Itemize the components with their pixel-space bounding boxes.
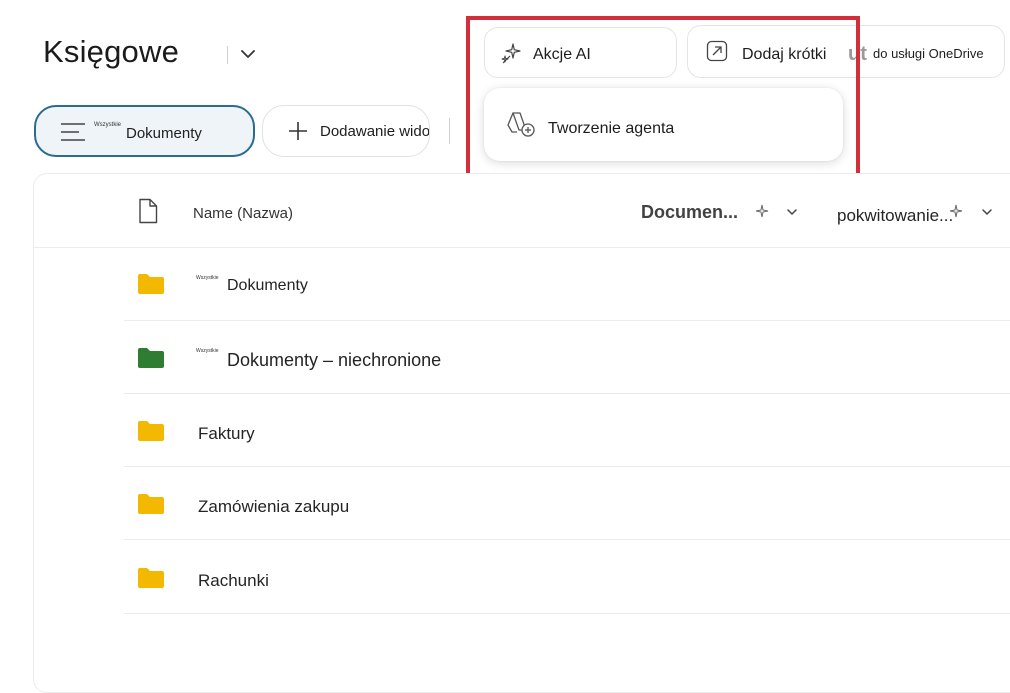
table-row[interactable]: Wszystkie Dokumenty [124,248,1010,321]
view-prefix-label: Wszystkie [94,122,121,128]
folder-icon [138,274,164,294]
toolbar-divider [449,118,450,144]
view-selector-button[interactable]: Wszystkie Dokumenty [34,105,255,157]
folder-icon [138,348,164,368]
row-divider [124,539,1010,540]
page-title: Księgowe [43,34,180,69]
chevron-down-icon[interactable] [785,205,799,219]
plus-icon [289,122,307,140]
row-name[interactable]: Faktury [198,424,255,444]
view-label: Dokumenty [126,125,202,142]
chevron-down-icon[interactable] [980,205,994,219]
add-shortcut-suffix: do usługi OneDrive [873,46,984,61]
row-name[interactable]: Dokumenty [227,277,308,295]
row-name[interactable]: Dokumenty – niechronione [227,350,441,371]
chevron-down-icon[interactable] [238,44,258,64]
row-prefix: Wszystkie [196,348,219,354]
column-header-acknowledgement[interactable]: pokwitowanie... [837,206,953,226]
folder-icon [138,568,164,588]
add-view-label: Dodawanie widoku [320,123,430,140]
highlight-box [466,16,860,186]
list-view-icon [61,123,85,141]
row-prefix: Wszystkie [196,275,219,281]
table-row[interactable]: Rachunki [124,541,1010,614]
row-name[interactable]: Zamówienia zakupu [198,497,349,517]
file-type-icon[interactable] [138,198,158,224]
title-divider [227,46,228,64]
table-row[interactable]: Faktury [124,394,1010,467]
table-row[interactable]: Zamówienia zakupu [124,467,1010,540]
folder-icon [138,421,164,441]
row-divider [124,613,1010,614]
sparkle-icon [949,204,963,218]
row-name[interactable]: Rachunki [198,571,269,591]
folder-icon [138,494,164,514]
sparkle-icon [755,204,769,218]
column-header-name[interactable]: Name (Nazwa) [193,205,293,222]
add-view-button[interactable]: Dodawanie widoku [262,105,430,157]
column-header-document[interactable]: Documen... [641,202,738,223]
table-row[interactable]: Wszystkie Dokumenty – niechronione [124,321,1010,394]
